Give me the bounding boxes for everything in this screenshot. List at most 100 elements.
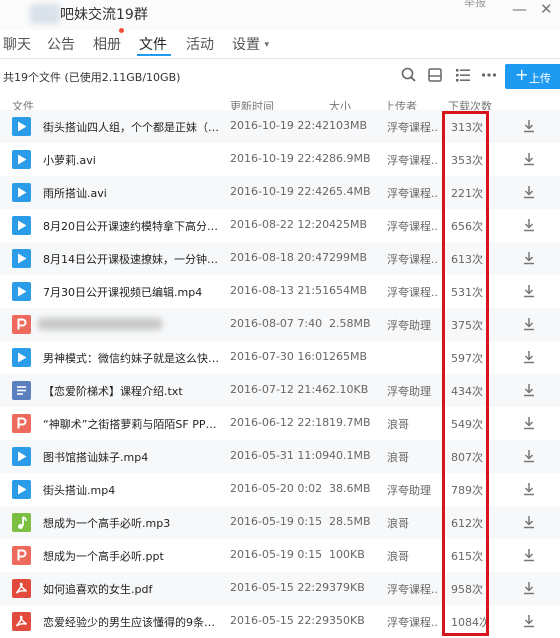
file-name[interactable]: 7月30日公开课视频已编辑.mp4 — [43, 284, 221, 300]
download-icon[interactable] — [521, 514, 537, 530]
download-icon[interactable] — [521, 184, 537, 200]
ppt-file-icon — [12, 414, 31, 433]
download-icon[interactable] — [521, 613, 537, 629]
file-row[interactable]: 雨所搭讪.avi 2016-10-19 22:42 65.4MB 浮夸课程... 221… — [0, 176, 560, 209]
download-icon[interactable] — [521, 349, 537, 365]
video-file-icon — [12, 249, 31, 268]
file-row[interactable]: 7月30日公开课视频已编辑.mp4 2016-08-13 21:51 654MB 浮夸… — [0, 275, 560, 308]
file-name[interactable]: 图书馆搭讪妹子.mp4 — [43, 449, 221, 465]
download-icon[interactable] — [521, 547, 537, 563]
close-button[interactable]: ✕ — [540, 2, 553, 17]
video-file-icon — [12, 216, 31, 235]
file-row[interactable]: 【恋爱阶梯术】课程介绍.txt 2016-07-12 21:46 2.10KB 浮夸助… — [0, 374, 560, 407]
file-size: 40.1MB — [329, 449, 371, 462]
file-date: 2016-07-12 21:46 — [230, 383, 330, 396]
file-name[interactable]: 街头搭讪.mp4 — [43, 482, 221, 498]
file-name[interactable]: “神聊术”之街搭萝莉与陌陌SF PPT（... — [43, 416, 221, 432]
file-row[interactable]: 如何追喜欢的女生.pdf 2016-05-15 22:29 379KB 浮夸课程...… — [0, 572, 560, 605]
tab-settings[interactable]: 设置 ▾ — [232, 34, 269, 54]
file-name[interactable]: 想成为一个高手必听.ppt — [43, 548, 221, 564]
download-icon[interactable] — [521, 118, 537, 134]
video-file-icon — [12, 480, 31, 499]
download-icon[interactable] — [521, 580, 537, 596]
file-uploader: 浪哥 — [387, 550, 409, 563]
video-file-icon — [12, 183, 31, 202]
file-row[interactable]: 8月20日公开课速约模特拿下高分妹攻... 2016-08-22 12:20 425… — [0, 209, 560, 242]
file-name[interactable]: 街头搭讪四人组，个个都是正妹（浮夸... — [43, 119, 221, 135]
file-name[interactable]: 想成为一个高手必听.mp3 — [43, 515, 221, 531]
video-file-icon — [12, 447, 31, 466]
file-row[interactable]: 图书馆搭讪妹子.mp4 2016-05-31 11:09 40.1MB 浪哥 807次 — [0, 440, 560, 473]
file-row[interactable]: 2016-08-07 7:40 2.58MB 浮夸助理 375次 — [0, 308, 560, 341]
file-size: 100KB — [329, 548, 365, 561]
file-size: 38.6MB — [329, 482, 371, 495]
tab-files[interactable]: 文件 — [139, 34, 167, 54]
file-download-count: 313次 — [451, 121, 483, 134]
download-icon[interactable] — [521, 316, 537, 332]
file-name[interactable]: 8月14日公开课极速撩妹，一分钟拿下... — [43, 251, 221, 267]
plus-icon: + — [515, 65, 529, 84]
file-row[interactable]: 8月14日公开课极速撩妹，一分钟拿下... 2016-08-18 20:47 299… — [0, 242, 560, 275]
file-row[interactable]: 想成为一个高手必听.mp3 2016-05-19 0:15 28.5MB 浪哥 612次 — [0, 506, 560, 539]
group-avatar-blurred — [30, 4, 60, 24]
more-icon[interactable] — [480, 66, 498, 84]
file-date: 2016-08-18 20:47 — [230, 251, 330, 264]
download-icon[interactable] — [521, 382, 537, 398]
file-name[interactable]: 男神模式：微信约妹子就是这么快.....m... — [43, 350, 221, 366]
file-name[interactable]: 【恋爱阶梯术】课程介绍.txt — [43, 383, 221, 399]
file-download-count: 549次 — [451, 418, 483, 431]
file-uploader: 浪哥 — [387, 418, 409, 431]
file-row[interactable]: 想成为一个高手必听.ppt 2016-05-19 0:15 100KB 浪哥 615次 — [0, 539, 560, 572]
file-download-count: 958次 — [451, 583, 483, 596]
file-uploader: 浮夸助理 — [387, 319, 431, 332]
download-icon[interactable] — [521, 448, 537, 464]
file-size: 19.7MB — [329, 416, 371, 429]
album-new-badge — [119, 28, 124, 33]
download-icon[interactable] — [521, 283, 537, 299]
audio-file-icon — [12, 513, 31, 532]
file-date: 2016-06-12 22:18 — [230, 416, 330, 429]
minimize-button[interactable]: — — [512, 2, 527, 17]
file-size: 425MB — [329, 218, 368, 231]
file-date: 2016-05-31 11:09 — [230, 449, 330, 462]
tab-chat[interactable]: 聊天 — [3, 34, 31, 54]
file-uploader: 浪哥 — [387, 451, 409, 464]
tab-settings-label: 设置 — [232, 37, 260, 53]
tab-notice[interactable]: 公告 — [47, 34, 75, 54]
file-row[interactable]: 街头搭讪四人组，个个都是正妹（浮夸... 2016-10-19 22:42 103M… — [0, 110, 560, 143]
file-row[interactable]: 男神模式：微信约妹子就是这么快.....m... 2016-07-30 16:01… — [0, 341, 560, 374]
file-uploader: 浮夸助理 — [387, 484, 431, 497]
file-name[interactable]: 雨所搭讪.avi — [43, 185, 221, 201]
file-name[interactable]: 恋爱经验少的男生应该懂得的9条追女... — [43, 614, 221, 630]
list-view-icon[interactable] — [454, 66, 472, 84]
download-icon[interactable] — [521, 415, 537, 431]
file-row[interactable]: “神聊术”之街搭萝莉与陌陌SF PPT（... 2016-06-12 22:18 1… — [0, 407, 560, 440]
file-date: 2016-05-15 22:29 — [230, 614, 330, 627]
tab-activity[interactable]: 活动 — [186, 34, 214, 54]
tab-album[interactable]: 相册 — [93, 34, 121, 54]
ppt-file-icon — [12, 315, 31, 334]
file-uploader: 浮夸助理 — [387, 385, 431, 398]
file-row[interactable]: 街头搭讪.mp4 2016-05-20 0:02 38.6MB 浮夸助理 789次 — [0, 473, 560, 506]
file-size: 86.9MB — [329, 152, 371, 165]
download-icon[interactable] — [521, 250, 537, 266]
download-icon[interactable] — [521, 217, 537, 233]
search-icon[interactable] — [400, 66, 418, 84]
download-icon[interactable] — [521, 481, 537, 497]
file-name[interactable]: 8月20日公开课速约模特拿下高分妹攻... — [43, 218, 221, 234]
upload-button-label: 上传 — [529, 72, 551, 85]
report-button[interactable]: 举报 — [464, 0, 486, 10]
file-download-count: 531次 — [451, 286, 483, 299]
file-row[interactable]: 恋爱经验少的男生应该懂得的9条追女... 2016-05-15 22:29 350K… — [0, 605, 560, 638]
file-name[interactable]: 小萝莉.avi — [43, 152, 221, 168]
file-uploader: 浮夸课程... — [387, 286, 437, 299]
file-row[interactable]: 小萝莉.avi 2016-10-19 22:42 86.9MB 浮夸课程... 353次 — [0, 143, 560, 176]
pdf-file-icon — [12, 579, 31, 598]
folder-icon[interactable] — [426, 66, 444, 84]
video-file-icon — [12, 348, 31, 367]
tab-bar: 聊天 公告 相册 文件 活动 设置 ▾ — [0, 30, 560, 56]
upload-button[interactable]: + 上传 — [505, 64, 560, 89]
group-title: 吧妹交流19群 — [60, 7, 148, 23]
file-name[interactable]: 如何追喜欢的女生.pdf — [43, 581, 221, 597]
download-icon[interactable] — [521, 151, 537, 167]
